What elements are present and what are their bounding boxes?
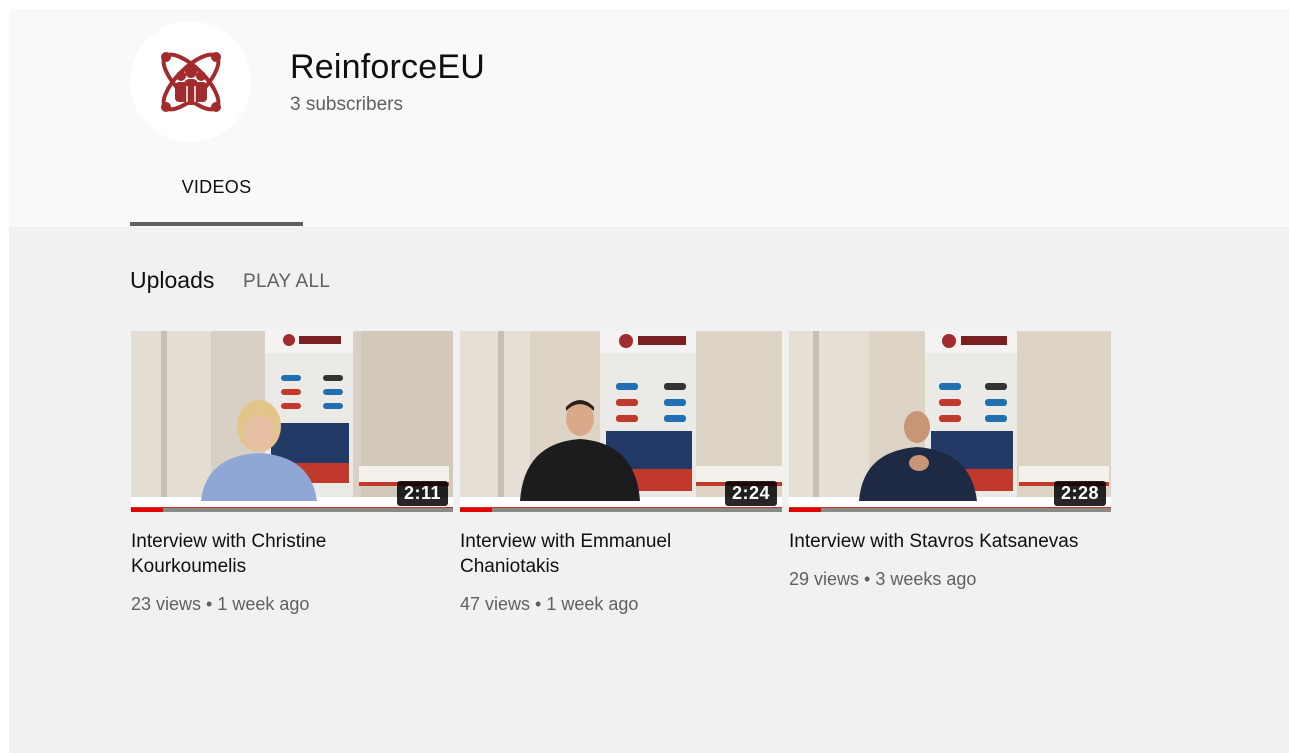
watch-progress-bar — [131, 508, 164, 512]
video-thumbnail[interactable]: 2:11 — [131, 331, 453, 512]
channel-page: ReinforceEU 3 subscribers VIDEOS Uploads… — [9, 9, 1289, 753]
meta-separator: • — [206, 594, 213, 614]
video-title[interactable]: Interview with Stavros Katsanevas — [789, 529, 1089, 554]
progress-track — [460, 508, 782, 512]
view-count: 47 views — [460, 594, 531, 614]
video-thumbnail[interactable]: 2:24 — [460, 331, 782, 512]
tab-videos[interactable]: VIDEOS — [130, 169, 303, 226]
progress-track — [131, 508, 453, 512]
view-count: 29 views — [789, 569, 860, 589]
play-all-button[interactable]: PLAY ALL — [243, 271, 330, 293]
subscriber-count: 3 subscribers — [290, 94, 403, 115]
view-count: 23 views — [131, 594, 202, 614]
video-thumbnail[interactable]: 2:28 — [789, 331, 1111, 512]
channel-header: ReinforceEU 3 subscribers VIDEOS — [9, 9, 1289, 227]
tab-selected-indicator — [130, 222, 303, 226]
video-duration: 2:28 — [1053, 481, 1106, 506]
video-duration: 2:24 — [724, 481, 777, 506]
video-metadata: 47 views • 1 week ago — [460, 593, 782, 615]
tab-videos-label: VIDEOS — [181, 177, 252, 197]
shelf-title[interactable]: Uploads — [130, 267, 214, 294]
progress-track — [789, 508, 1111, 512]
video-card[interactable]: 2:11 Interview with Christine Kourkoumel… — [131, 331, 453, 615]
video-metadata: 23 views • 1 week ago — [131, 593, 453, 615]
watch-progress-bar — [460, 508, 493, 512]
reinforce-logo-icon — [160, 51, 221, 112]
meta-separator: • — [535, 594, 542, 614]
meta-separator: • — [864, 569, 871, 589]
video-title[interactable]: Interview with Emmanuel Chaniotakis — [460, 529, 760, 579]
video-metadata: 29 views • 3 weeks ago — [789, 568, 1111, 590]
watch-progress-bar — [789, 508, 822, 512]
upload-age: 1 week ago — [217, 594, 310, 614]
video-card[interactable]: 2:24 Interview with Emmanuel Chaniotakis… — [460, 331, 782, 615]
upload-age: 3 weeks ago — [875, 569, 977, 589]
video-card[interactable]: 2:28 Interview with Stavros Katsanevas 2… — [789, 331, 1111, 590]
channel-avatar[interactable] — [130, 21, 251, 142]
video-duration: 2:11 — [396, 481, 448, 506]
video-title[interactable]: Interview with Christine Kourkoumelis — [131, 529, 431, 579]
channel-name[interactable]: ReinforceEU — [290, 47, 485, 87]
upload-age: 1 week ago — [546, 594, 639, 614]
